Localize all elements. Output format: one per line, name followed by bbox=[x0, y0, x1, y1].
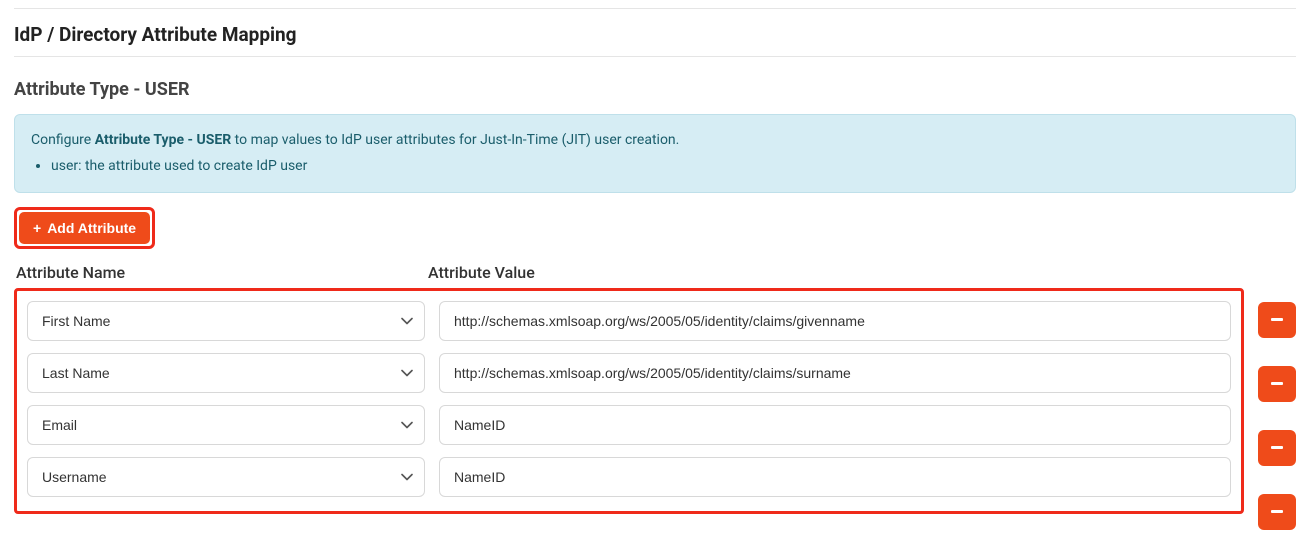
remove-attribute-button[interactable] bbox=[1258, 302, 1296, 338]
attribute-name-select[interactable] bbox=[27, 405, 425, 445]
minus-icon bbox=[1271, 510, 1283, 513]
info-box: Configure Attribute Type - USER to map v… bbox=[14, 114, 1296, 193]
add-attribute-label: Add Attribute bbox=[47, 220, 136, 236]
plus-icon: + bbox=[33, 220, 41, 236]
attribute-value-input[interactable] bbox=[439, 353, 1231, 393]
info-text-bold: Attribute Type - USER bbox=[95, 132, 232, 148]
remove-attribute-button[interactable] bbox=[1258, 430, 1296, 466]
column-header-name: Attribute Name bbox=[16, 263, 414, 282]
page-title: IdP / Directory Attribute Mapping bbox=[14, 23, 1296, 46]
section-title: Attribute Type - USER bbox=[14, 79, 1296, 100]
remove-attribute-button[interactable] bbox=[1258, 366, 1296, 402]
minus-icon bbox=[1271, 318, 1283, 321]
table-row bbox=[27, 457, 1231, 497]
add-attribute-button[interactable]: + Add Attribute bbox=[19, 212, 150, 244]
table-row bbox=[27, 353, 1231, 393]
column-header-value: Attribute Value bbox=[428, 263, 1296, 282]
minus-icon bbox=[1271, 446, 1283, 449]
attribute-name-select[interactable] bbox=[27, 353, 425, 393]
table-row bbox=[27, 405, 1231, 445]
minus-icon bbox=[1271, 382, 1283, 385]
info-bullet: user: the attribute used to create IdP u… bbox=[51, 155, 1279, 177]
remove-button-column bbox=[1258, 288, 1296, 530]
divider bbox=[14, 56, 1296, 57]
attribute-name-select[interactable] bbox=[27, 457, 425, 497]
table-row bbox=[27, 301, 1231, 341]
attribute-value-input[interactable] bbox=[439, 301, 1231, 341]
attribute-value-input[interactable] bbox=[439, 405, 1231, 445]
remove-attribute-button[interactable] bbox=[1258, 494, 1296, 530]
info-text-prefix: Configure bbox=[31, 132, 95, 148]
attribute-value-input[interactable] bbox=[439, 457, 1231, 497]
add-attribute-highlight: + Add Attribute bbox=[14, 207, 155, 249]
attribute-table-highlight bbox=[14, 288, 1244, 514]
attribute-name-select[interactable] bbox=[27, 301, 425, 341]
info-text-suffix: to map values to IdP user attributes for… bbox=[231, 132, 679, 148]
